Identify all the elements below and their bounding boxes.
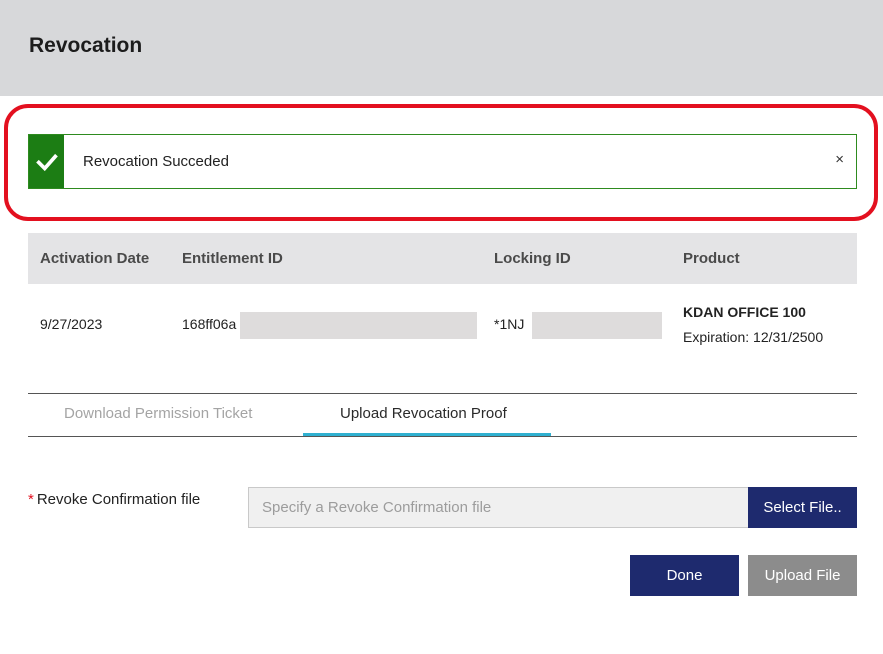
required-marker: * — [28, 491, 34, 508]
cell-locking-id: *1NJ — [494, 316, 525, 332]
cell-entitlement-id: 168ff06a — [182, 316, 237, 332]
cell-product-expiration: Expiration: 12/31/2500 — [683, 329, 824, 345]
success-alert: Revocation Succeded × — [28, 134, 857, 189]
checkmark-icon — [29, 135, 64, 188]
table-header-row: Activation Date Entitlement ID Locking I… — [28, 233, 857, 284]
redacted-entitlement-id — [240, 312, 477, 339]
cell-activation-date: 9/27/2023 — [40, 316, 103, 332]
header-activation-date: Activation Date — [40, 250, 150, 267]
dialog-header: Revocation — [0, 0, 883, 96]
select-file-button[interactable]: Select File.. — [748, 487, 857, 528]
cell-product-name: KDAN OFFICE 100 — [683, 304, 806, 320]
alert-message: Revocation Succeded — [83, 153, 229, 170]
tab-download-permission-ticket[interactable]: Download Permission Ticket — [64, 405, 252, 422]
revoke-file-input[interactable] — [248, 487, 750, 528]
active-tab-indicator — [303, 433, 551, 436]
revoke-file-label: * Revoke Confirmation file — [28, 491, 200, 508]
tab-upload-revocation-proof[interactable]: Upload Revocation Proof — [340, 405, 507, 422]
header-entitlement-id: Entitlement ID — [182, 250, 283, 267]
close-icon[interactable]: × — [835, 151, 844, 168]
tabs-bottom-divider — [28, 436, 857, 437]
revoke-file-label-text: Revoke Confirmation file — [36, 491, 201, 508]
header-product: Product — [683, 250, 740, 267]
upload-file-button[interactable]: Upload File — [748, 555, 857, 596]
tabs-top-divider — [28, 393, 857, 394]
dialog-title: Revocation — [29, 34, 143, 57]
header-locking-id: Locking ID — [494, 250, 571, 267]
done-button[interactable]: Done — [630, 555, 739, 596]
redacted-locking-id — [532, 312, 662, 339]
